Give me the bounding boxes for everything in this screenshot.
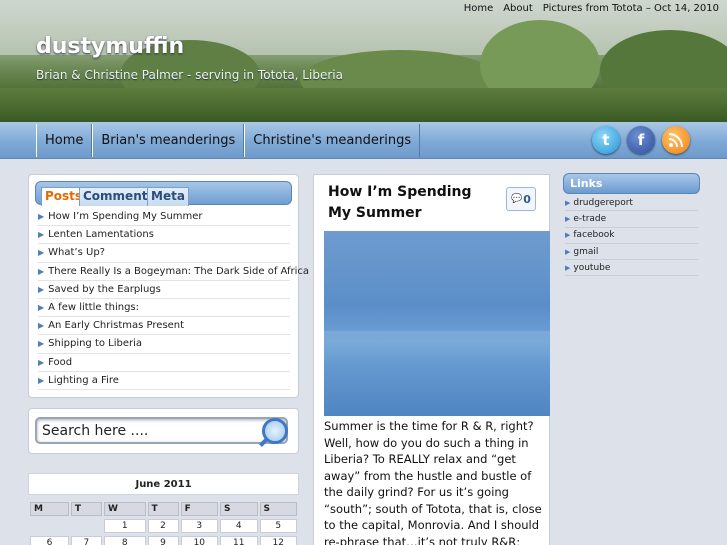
arrow-icon: ▶ (38, 212, 45, 222)
arrow-icon: ▶ (38, 339, 45, 349)
rss-glyph (668, 133, 683, 148)
list-item[interactable]: ▶ How I’m Spending My Summer (38, 208, 290, 227)
list-item[interactable]: ▶ There Really Is a Bogeyman: The Dark Si… (38, 263, 309, 281)
calendar-day: 5 (259, 519, 297, 533)
calendar-day-header: T (147, 502, 179, 516)
arrow-icon: ▶ (38, 321, 45, 331)
arrow-icon: ▶ (565, 231, 571, 240)
list-item[interactable]: ▶ An Early Christmas Present (38, 317, 290, 336)
list-item[interactable]: ▶ e-trade (565, 211, 698, 228)
post-link[interactable]: An Early Christmas Present (48, 320, 184, 331)
post-link[interactable]: Food (48, 357, 72, 368)
header-grass (0, 88, 727, 122)
calendar-day-header: W (103, 502, 146, 516)
search-placeholder: Search here .... (42, 423, 149, 439)
calendar-day: 1 (103, 519, 146, 533)
calendar-day: 7 (70, 536, 102, 545)
facebook-icon[interactable]: f (627, 126, 655, 154)
links-heading: Links (563, 173, 700, 194)
link-youtube[interactable]: youtube (573, 263, 610, 273)
post-link[interactable]: Lighting a Fire (48, 375, 119, 386)
link-gmail[interactable]: gmail (573, 247, 598, 257)
search-icon[interactable] (262, 418, 288, 444)
arrow-icon: ▶ (38, 284, 45, 294)
post-body: Summer is the time for R & R, right? Wel… (324, 419, 542, 545)
calendar-day: 11 (220, 536, 258, 545)
post-link[interactable]: Lenten Lamentations (48, 229, 154, 240)
comment-count: 0 (523, 192, 531, 206)
blog-post: How I’m Spending My Summer 💬 0 Summer is … (313, 174, 550, 545)
rss-icon[interactable] (662, 126, 690, 154)
list-item[interactable]: ▶ Lighting a Fire (38, 372, 290, 390)
main-menu: Home Brian's meanderings Christine's mea… (36, 124, 421, 157)
top-nav: Home About Pictures from Totota – Oct 14… (464, 3, 719, 14)
calendar-day-header: M (30, 502, 69, 516)
calendar-day-header: S (220, 502, 258, 516)
menu-item-home[interactable]: Home (36, 124, 93, 157)
tab-meta[interactable]: Meta (147, 187, 189, 206)
arrow-icon: ▶ (38, 357, 45, 367)
calendar-day: 10 (180, 536, 219, 545)
calendar-day-header: F (180, 502, 219, 516)
search-input[interactable]: Search here .... (35, 417, 288, 444)
topnav-pictures-link[interactable]: Pictures from Totota – Oct 14, 2010 (543, 3, 719, 14)
post-link[interactable]: There Really Is a Bogeyman: The Dark Sid… (48, 266, 309, 277)
site-header: dustymuffin Brian & Christine Palmer - s… (0, 0, 727, 122)
post-link[interactable]: Saved by the Earplugs (48, 284, 161, 295)
post-link[interactable]: What’s Up? (48, 247, 105, 258)
arrow-icon: ▶ (565, 214, 571, 223)
post-title[interactable]: How I’m Spending My Summer (328, 182, 498, 224)
calendar-month: June 2011 (28, 473, 299, 495)
comment-icon: 💬 (511, 194, 523, 204)
arrow-icon: ▶ (38, 266, 45, 276)
links-list: ▶ drudgereport ▶ e-trade ▶ facebook ▶ gmail … (565, 195, 698, 277)
menu-item-christines-meanderings[interactable]: Christine's meanderings (244, 124, 421, 157)
list-item[interactable]: ▶ drudgereport (565, 195, 698, 212)
calendar-day: 8 (103, 536, 146, 545)
link-drudgereport[interactable]: drudgereport (573, 198, 633, 208)
recent-posts-list: ▶ How I’m Spending My Summer ▶ Lenten Lame… (38, 208, 309, 390)
list-item[interactable]: ▶ youtube (565, 260, 698, 277)
site-description: Brian & Christine Palmer - serving in To… (36, 68, 343, 82)
calendar-day: 9 (147, 536, 179, 545)
twitter-icon[interactable]: t (592, 126, 620, 154)
calendar-day: 12 (259, 536, 297, 545)
widget-tabs: Posts Comments Meta (35, 181, 292, 206)
arrow-icon: ▶ (565, 247, 571, 256)
list-item[interactable]: ▶ Food (38, 354, 290, 372)
link-facebook[interactable]: facebook (573, 230, 614, 240)
arrow-icon: ▶ (38, 375, 45, 385)
topnav-home-link[interactable]: Home (464, 3, 494, 14)
link-etrade[interactable]: e-trade (573, 214, 606, 224)
list-item[interactable]: ▶ Saved by the Earplugs (38, 281, 290, 299)
arrow-icon: ▶ (565, 198, 571, 207)
menu-item-brians-meanderings[interactable]: Brian's meanderings (92, 124, 245, 157)
post-link[interactable]: A few little things: (48, 302, 139, 313)
calendar-day-header: T (70, 502, 102, 516)
post-link[interactable]: Shipping to Liberia (48, 338, 142, 349)
arrow-icon: ▶ (38, 230, 45, 240)
calendar-day: 2 (147, 519, 179, 533)
arrow-icon: ▶ (38, 303, 45, 313)
comment-count-badge[interactable]: 💬 0 (506, 187, 536, 211)
list-item[interactable]: ▶ Shipping to Liberia (38, 335, 290, 354)
list-item[interactable]: ▶ What’s Up? (38, 244, 290, 263)
arrow-icon: ▶ (565, 263, 571, 272)
calendar-day-header: S (259, 502, 297, 516)
calendar-day: 4 (220, 519, 258, 533)
list-item[interactable]: ▶ Lenten Lamentations (38, 226, 290, 245)
post-link[interactable]: How I’m Spending My Summer (48, 211, 202, 222)
list-item[interactable]: ▶ facebook (565, 228, 698, 244)
calendar-empty-cell (71, 519, 102, 533)
topnav-about-link[interactable]: About (503, 3, 533, 14)
calendar-empty-cell (30, 519, 69, 533)
site-title[interactable]: dustymuffin (36, 34, 184, 59)
post-image (324, 231, 550, 416)
calendar-day: 6 (30, 536, 69, 545)
list-item[interactable]: ▶ gmail (565, 244, 698, 261)
list-item[interactable]: ▶ A few little things: (38, 299, 290, 318)
calendar-day: 3 (180, 519, 219, 533)
calendar: M T W T F S S 1 2 3 4 5 6 7 8 9 10 11 12 (28, 499, 299, 545)
arrow-icon: ▶ (38, 248, 45, 258)
